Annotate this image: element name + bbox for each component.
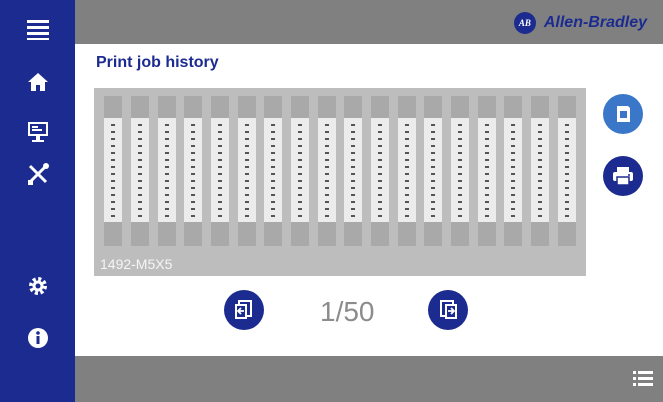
- cartridge-button[interactable]: [603, 94, 643, 134]
- print-button[interactable]: [603, 156, 643, 196]
- page-indicator: 1/50: [320, 296, 375, 327]
- terminal-strip: [100, 96, 580, 246]
- terminal-block: [211, 96, 229, 246]
- info-button[interactable]: [0, 318, 75, 358]
- brand-logo: AB Allen-Bradley: [513, 12, 647, 34]
- preview-label: 1492-M5X5: [100, 256, 173, 272]
- terminal-block: [504, 96, 523, 246]
- terminal-block: [291, 96, 309, 246]
- previous-page-button[interactable]: [224, 290, 264, 330]
- list-icon: [633, 371, 653, 386]
- terminal-block: [317, 96, 336, 246]
- sidebar: [0, 0, 75, 402]
- terminal-block: [104, 96, 123, 246]
- top-bar: AB Allen-Bradley: [75, 0, 663, 44]
- terminal-block: [264, 96, 283, 246]
- terminal-block: [157, 96, 176, 246]
- brand-name: Allen-Bradley: [543, 14, 647, 31]
- cartridge-icon: [617, 106, 630, 122]
- info-icon: [27, 328, 48, 348]
- monitor-icon: [27, 122, 48, 142]
- terminal-block: [531, 96, 549, 246]
- home-button[interactable]: [0, 62, 75, 102]
- tools-button[interactable]: [0, 154, 75, 194]
- settings-button[interactable]: [0, 266, 75, 306]
- terminal-block: [184, 96, 203, 246]
- home-icon: [27, 73, 48, 91]
- terminal-block: [477, 96, 496, 246]
- next-page-button[interactable]: [428, 290, 468, 330]
- menu-button[interactable]: [0, 10, 75, 50]
- bottom-bar: [75, 356, 663, 402]
- terminal-block: [557, 96, 576, 246]
- next-page-icon: [440, 300, 457, 319]
- brand-badge: AB: [513, 12, 536, 34]
- page-title: Print job history: [96, 54, 219, 71]
- terminal-block: [397, 96, 416, 246]
- terminal-block: [344, 96, 363, 246]
- monitor-button[interactable]: [0, 112, 75, 152]
- tools-icon: [27, 163, 49, 185]
- print-job-preview[interactable]: 1492-M5X5: [94, 88, 586, 276]
- terminal-block: [424, 96, 443, 246]
- print-icon: [613, 167, 633, 186]
- menu-icon: [26, 20, 49, 40]
- previous-page-icon: [235, 300, 252, 319]
- settings-icon: [28, 277, 47, 295]
- terminal-block: [131, 96, 149, 246]
- terminal-block: [371, 96, 389, 246]
- terminal-block: [451, 96, 469, 246]
- list-button[interactable]: [633, 370, 653, 393]
- terminal-block: [237, 96, 256, 246]
